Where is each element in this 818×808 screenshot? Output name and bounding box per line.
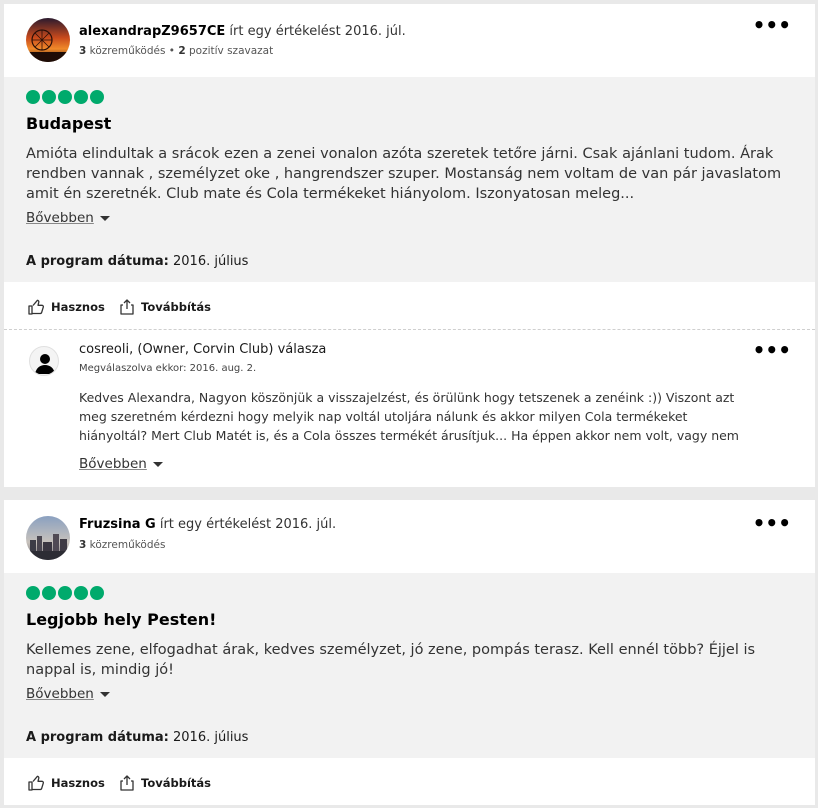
more-options-icon[interactable]: •••	[753, 15, 791, 35]
review-text: Kellemes zene, elfogadhat árak, kedves s…	[26, 642, 756, 678]
rating-bubble	[74, 586, 88, 600]
share-icon	[120, 775, 134, 791]
rating-bubbles	[26, 586, 104, 600]
rating-bubble	[58, 90, 72, 104]
rating-bubble	[26, 90, 40, 104]
contribution-label: közreműködés	[86, 539, 166, 551]
helpful-label: Hasznos	[51, 776, 105, 790]
more-options-icon[interactable]: •••	[753, 340, 791, 360]
share-label: Továbbítás	[141, 300, 211, 314]
experience-date: A program dátuma: 2016. július	[26, 730, 248, 745]
rating-bubble	[58, 586, 72, 600]
date-label: A program dátuma:	[26, 730, 169, 745]
separator: •	[165, 45, 179, 57]
review-title[interactable]: Budapest	[26, 114, 111, 133]
read-more-link[interactable]: Bővebben	[26, 686, 110, 702]
response-date: Megválaszolva ekkor: 2016. aug. 2.	[79, 363, 257, 374]
chevron-down-icon	[99, 691, 110, 697]
share-label: Továbbítás	[141, 776, 211, 790]
rating-bubble	[26, 586, 40, 600]
rating-bubble	[42, 586, 56, 600]
response-author: cosreoli, (Owner, Corvin Club) válasza	[79, 342, 327, 357]
contribution-label: közreműködés	[86, 45, 166, 57]
review-action: írt egy értékelést 2016. júl.	[225, 24, 406, 39]
author-name[interactable]: alexandrapZ9657CE	[79, 24, 225, 39]
share-icon	[120, 299, 134, 315]
rating-bubbles	[26, 90, 104, 104]
experience-date: A program dátuma: 2016. július	[26, 254, 248, 269]
thumbs-up-icon	[28, 775, 45, 791]
rating-bubble	[90, 90, 104, 104]
review-actions: Hasznos Továbbítás	[4, 758, 815, 805]
read-more-link[interactable]: Bővebben	[79, 456, 163, 472]
share-button[interactable]: Továbbítás	[119, 299, 211, 315]
rating-bubble	[74, 90, 88, 104]
votes-label: pozitív szavazat	[185, 45, 274, 57]
contribution-line: 3 közreműködés	[79, 539, 165, 551]
review-title[interactable]: Legjobb hely Pesten!	[26, 610, 216, 629]
author-name[interactable]: Fruzsina G	[79, 517, 156, 532]
review-header: alexandrapZ9657CE írt egy értékelést 201…	[4, 4, 815, 77]
read-more-label: Bővebben	[79, 456, 147, 472]
rating-bubble	[90, 586, 104, 600]
avatar[interactable]	[29, 346, 59, 376]
chevron-down-icon	[152, 461, 163, 467]
chevron-down-icon	[99, 215, 110, 221]
more-options-icon[interactable]: •••	[753, 513, 791, 533]
author-line: alexandrapZ9657CE írt egy értékelést 201…	[79, 24, 406, 39]
date-value: 2016. július	[168, 254, 249, 269]
thumbs-up-icon	[28, 299, 45, 315]
review-card: Fruzsina G írt egy értékelést 2016. júl.…	[4, 500, 815, 805]
date-label: A program dátuma:	[26, 254, 169, 269]
read-more-label: Bővebben	[26, 686, 94, 702]
review-actions: Hasznos Továbbítás	[4, 282, 815, 329]
read-more-link[interactable]: Bővebben	[26, 210, 110, 226]
date-value: 2016. július	[168, 730, 249, 745]
review-header: Fruzsina G írt egy értékelést 2016. júl.…	[4, 500, 815, 573]
review-action: írt egy értékelést 2016. júl.	[155, 517, 337, 532]
review-body: Budapest Amióta elindultak a srácok ezen…	[4, 77, 815, 282]
avatar[interactable]	[26, 516, 70, 560]
votes-count: 2	[178, 45, 186, 57]
share-button[interactable]: Továbbítás	[119, 775, 211, 791]
response-text: Kedves Alexandra, Nagyon köszönjük a vis…	[79, 390, 739, 443]
review-body: Legjobb hely Pesten! Kellemes zene, elfo…	[4, 573, 815, 758]
author-line: Fruzsina G írt egy értékelést 2016. júl.	[79, 517, 336, 532]
review-card: alexandrapZ9657CE írt egy értékelést 201…	[4, 4, 815, 329]
helpful-button[interactable]: Hasznos	[28, 775, 105, 791]
owner-response: cosreoli, (Owner, Corvin Club) válasza M…	[4, 329, 815, 487]
helpful-label: Hasznos	[51, 300, 105, 314]
contribution-line: 3 közreműködés • 2 pozitív szavazat	[79, 45, 273, 57]
rating-bubble	[42, 90, 56, 104]
helpful-button[interactable]: Hasznos	[28, 299, 105, 315]
read-more-label: Bővebben	[26, 210, 94, 226]
review-text: Amióta elindultak a srácok ezen a zenei …	[26, 146, 782, 202]
avatar[interactable]	[26, 18, 70, 62]
